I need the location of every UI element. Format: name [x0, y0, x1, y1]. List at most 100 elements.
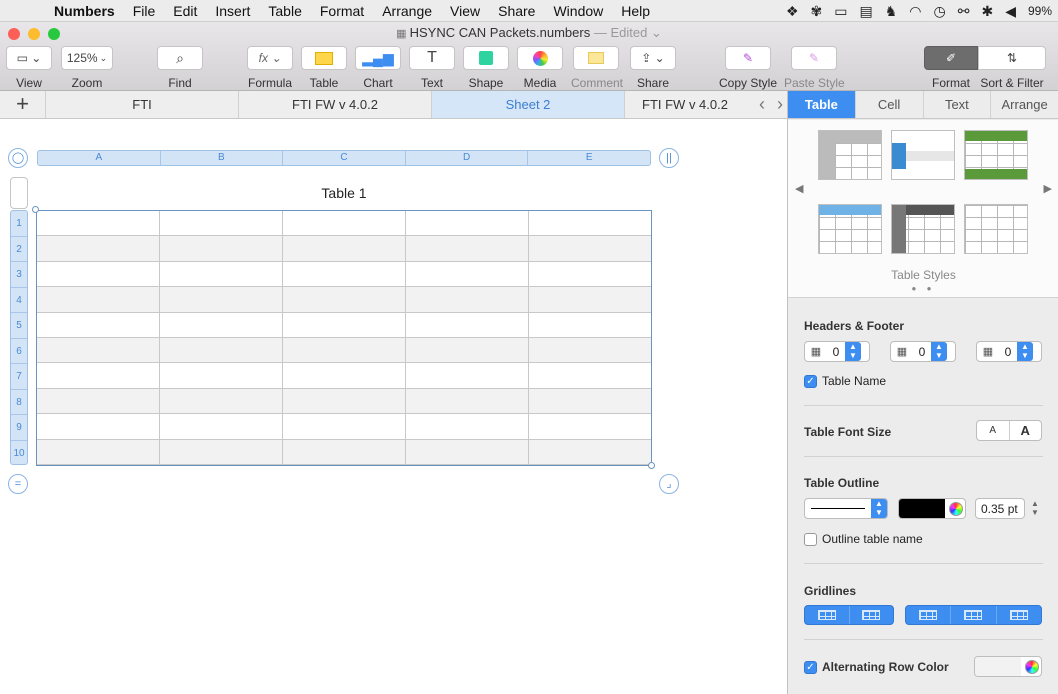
airplay-icon[interactable]: ▭: [834, 3, 847, 20]
alternating-color-swatch[interactable]: [975, 657, 1021, 676]
table-title-row-handle[interactable]: [10, 177, 28, 209]
dropbox-icon[interactable]: ❖: [786, 3, 799, 20]
volume-icon[interactable]: ◀: [1005, 3, 1016, 20]
chevron-left-icon[interactable]: ‹: [759, 91, 765, 118]
copy-style-button[interactable]: ✎: [725, 46, 771, 70]
body-gridlines-button-1[interactable]: [906, 606, 952, 624]
media-tool[interactable]: Media: [517, 46, 563, 90]
paste-style-tool[interactable]: ✎ Paste Style: [784, 46, 845, 90]
battery-menu-icon[interactable]: ▤: [859, 3, 872, 20]
table-style-5[interactable]: [891, 204, 955, 254]
chart-button[interactable]: ▂▄▆: [355, 46, 401, 70]
table-cell[interactable]: [160, 211, 283, 237]
table-tool[interactable]: Table: [301, 46, 347, 90]
resize-handle-bottom-right[interactable]: [648, 462, 655, 469]
tab-sheet-2[interactable]: Sheet 2: [432, 91, 625, 118]
paste-style-button[interactable]: ✎: [791, 46, 837, 70]
table-cell[interactable]: [406, 337, 529, 364]
footer-rows-stepper[interactable]: ▦ 0 ▲ ▼: [976, 341, 1042, 362]
outline-width-value[interactable]: 0.35 pt: [981, 502, 1018, 516]
table-cell[interactable]: [160, 287, 283, 313]
media-button[interactable]: [517, 46, 563, 70]
table-cell[interactable]: [160, 337, 283, 364]
table-cell[interactable]: [160, 236, 283, 262]
table-cell[interactable]: [283, 211, 406, 237]
table-cell[interactable]: [283, 388, 406, 415]
table-grid[interactable]: [36, 210, 652, 466]
menu-insert[interactable]: Insert: [215, 3, 250, 19]
find-button[interactable]: ⌕: [157, 46, 203, 70]
table-cell[interactable]: [529, 236, 651, 262]
text-button[interactable]: T: [409, 46, 455, 70]
table-style-2[interactable]: [891, 130, 955, 180]
table-cell[interactable]: [529, 287, 651, 313]
body-gridlines-button-3[interactable]: [997, 606, 1041, 624]
wifi-icon[interactable]: ◠: [909, 3, 921, 20]
menu-view[interactable]: View: [450, 3, 480, 19]
binoculars-icon[interactable]: ⚯: [958, 3, 970, 20]
table-cell[interactable]: [406, 287, 529, 313]
table-cell[interactable]: [283, 337, 406, 364]
table-style-4[interactable]: [818, 204, 882, 254]
add-sheet-button[interactable]: +: [0, 91, 46, 118]
outline-width-field[interactable]: 0.35 pt: [975, 498, 1025, 519]
add-row-button[interactable]: =: [8, 474, 28, 494]
sheet-canvas[interactable]: ◯ A B C D E || Table 1 1 2 3 4 5 6 7 8 9…: [0, 119, 787, 694]
row-header[interactable]: 5: [11, 313, 27, 339]
font-size-segmented-control[interactable]: A A: [976, 420, 1042, 441]
tab-fti[interactable]: FTI: [46, 91, 239, 118]
table-cell[interactable]: [160, 439, 283, 465]
gridlines-body-segment[interactable]: [905, 605, 1042, 625]
zoom-dropdown[interactable]: 125% ⌄: [61, 46, 113, 70]
table-cell[interactable]: [160, 363, 283, 389]
sort-filter-tool[interactable]: ⇅ Sort & Filter: [978, 46, 1046, 90]
color-wheel-icon[interactable]: [1025, 659, 1039, 674]
menu-numbers[interactable]: Numbers: [54, 3, 115, 19]
table-cell[interactable]: [406, 388, 529, 415]
comment-tool[interactable]: Comment: [571, 46, 623, 90]
format-tool[interactable]: ✐ Format: [924, 46, 978, 90]
menu-share[interactable]: Share: [498, 3, 535, 19]
view-tool[interactable]: ▭ ⌄ View: [6, 46, 52, 90]
table-cell[interactable]: [406, 439, 529, 465]
row-header[interactable]: 10: [11, 441, 27, 467]
menu-table[interactable]: Table: [268, 3, 301, 19]
tab-fti-fw[interactable]: FTI FW v 4.0.2: [239, 91, 432, 118]
table-cell[interactable]: [37, 312, 160, 338]
resize-table-button[interactable]: ⌟: [659, 474, 679, 494]
vertical-gridlines-button[interactable]: [850, 606, 894, 624]
table-cell[interactable]: [160, 312, 283, 338]
table-title[interactable]: Table 1: [37, 185, 651, 201]
table-cell[interactable]: [37, 211, 160, 237]
row-header[interactable]: 1: [11, 211, 27, 237]
page-dots[interactable]: ● ●: [788, 284, 1058, 293]
row-header[interactable]: 9: [11, 415, 27, 441]
outline-style-dropdown[interactable]: ▲ ▼: [804, 498, 888, 519]
table-cell[interactable]: [37, 261, 160, 288]
table-button[interactable]: [301, 46, 347, 70]
comment-button[interactable]: [573, 46, 619, 70]
table-style-6[interactable]: [964, 204, 1028, 254]
sort-filter-button[interactable]: ⇅: [978, 46, 1046, 70]
table-cell[interactable]: [529, 313, 651, 338]
decrease-font-size-button[interactable]: A: [977, 421, 1010, 440]
horizontal-gridlines-button[interactable]: [805, 606, 850, 624]
find-tool[interactable]: ⌕ Find: [157, 46, 203, 90]
outline-color-well[interactable]: [898, 498, 966, 519]
table-cell[interactable]: [529, 211, 651, 237]
resize-handle-top-left[interactable]: [32, 206, 39, 213]
gridlines-title-segment[interactable]: [804, 605, 894, 625]
checkbox-empty-icon[interactable]: [804, 532, 817, 546]
table-cell[interactable]: [406, 261, 529, 288]
view-button[interactable]: ▭ ⌄: [6, 46, 52, 70]
table-cell[interactable]: [406, 211, 529, 237]
table-cell[interactable]: [529, 262, 651, 288]
outline-table-name-checkbox[interactable]: Outline table name: [804, 532, 923, 546]
alternating-color-well[interactable]: [974, 656, 1042, 677]
table-cell[interactable]: [406, 236, 529, 262]
battery-percent[interactable]: 99%: [1028, 4, 1052, 18]
table-cell[interactable]: [283, 287, 406, 313]
paw-icon[interactable]: ✾: [811, 3, 823, 20]
time-machine-icon[interactable]: ◷: [934, 3, 946, 20]
table-cell[interactable]: [406, 414, 529, 440]
